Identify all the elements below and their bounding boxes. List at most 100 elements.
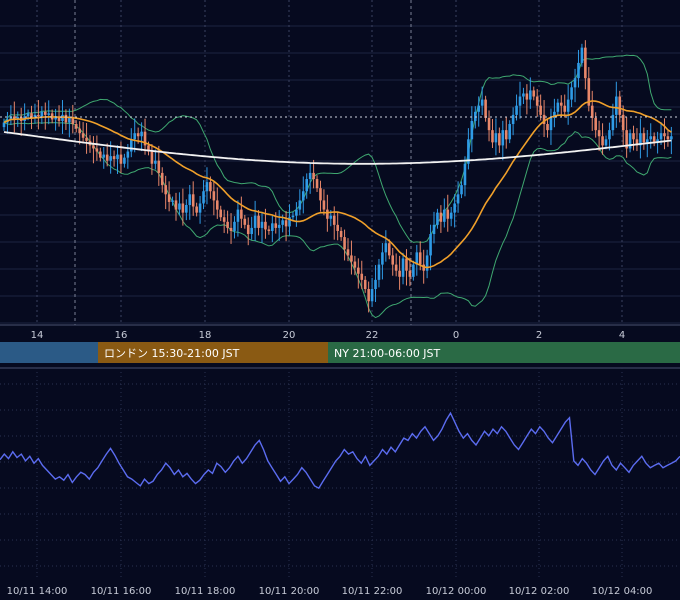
candle-body xyxy=(123,157,126,164)
candle-body xyxy=(511,114,515,125)
candle-body xyxy=(649,136,653,140)
candle-body xyxy=(267,229,271,231)
candle-body xyxy=(532,90,536,97)
candle-body xyxy=(642,133,646,143)
candle-body xyxy=(405,258,408,271)
candle-body xyxy=(240,209,243,219)
candle-body xyxy=(484,99,487,118)
price-x-tick-label: 18 xyxy=(199,330,212,341)
candle-body xyxy=(360,273,364,280)
candle-body xyxy=(487,117,491,131)
candle-body xyxy=(477,105,481,112)
candle-body xyxy=(160,172,164,186)
candle-body xyxy=(367,289,370,302)
candle-body xyxy=(185,205,188,213)
candle-body xyxy=(250,227,253,235)
candle-body xyxy=(357,267,360,274)
candle-body xyxy=(429,234,432,256)
candle-body xyxy=(346,249,350,256)
candle-body xyxy=(277,224,281,228)
osc-x-tick-label: 10/11 20:00 xyxy=(259,586,320,597)
candle-body xyxy=(205,182,209,192)
candle-body xyxy=(171,200,174,202)
osc-x-tick-label: 10/12 04:00 xyxy=(592,586,653,597)
price-x-tick-label: 22 xyxy=(366,330,379,341)
candle-body xyxy=(133,133,137,140)
candle-body xyxy=(43,111,47,115)
candle-body xyxy=(260,221,264,228)
candle-body xyxy=(377,264,381,280)
candle-body xyxy=(394,264,398,271)
osc-x-tick-label: 10/12 00:00 xyxy=(426,586,487,597)
candle-body xyxy=(350,255,353,262)
candle-body xyxy=(326,209,329,219)
osc-x-tick-label: 10/11 22:00 xyxy=(342,586,403,597)
candle-body xyxy=(446,209,450,219)
candle-body xyxy=(329,215,333,219)
candle-body xyxy=(443,209,446,222)
candle-body xyxy=(209,182,212,192)
candle-body xyxy=(608,130,611,140)
osc-x-tick-label: 10/11 16:00 xyxy=(91,586,152,597)
candle-body xyxy=(566,99,570,112)
candle-body xyxy=(229,227,233,231)
candle-body xyxy=(549,117,553,131)
candle-body xyxy=(99,151,102,158)
candle-body xyxy=(666,136,670,140)
candle-body xyxy=(308,172,312,180)
chart-background xyxy=(0,0,680,600)
candle-body xyxy=(353,261,357,268)
candle-body xyxy=(191,194,195,207)
candle-body xyxy=(601,136,604,146)
candle-body xyxy=(198,203,202,213)
candle-body xyxy=(615,96,618,115)
price-x-tick-label: 0 xyxy=(453,330,459,341)
candle-body xyxy=(432,224,436,235)
candle-body xyxy=(597,130,601,137)
candle-body xyxy=(652,136,656,143)
candle-body xyxy=(584,47,587,79)
osc-x-tick-label: 10/11 18:00 xyxy=(175,586,236,597)
candle-body xyxy=(291,215,295,218)
candle-body xyxy=(590,105,594,118)
candle-body xyxy=(319,188,322,201)
price-x-tick-label: 20 xyxy=(283,330,296,341)
candle-body xyxy=(298,200,302,210)
candle-body xyxy=(315,179,319,189)
candle-body xyxy=(621,114,625,131)
candle-body xyxy=(570,87,573,100)
candle-body xyxy=(243,218,247,225)
session-ny-label: NY 21:00-06:00 JST xyxy=(334,347,441,360)
fx-chart: 14 16 18 20 22 0 2 4 ロンドン 15:30-21:00 JST NY 21… xyxy=(0,0,680,600)
candle-body xyxy=(236,209,240,222)
candle-body xyxy=(594,117,597,131)
candle-body xyxy=(577,62,580,79)
candle-body xyxy=(559,102,563,106)
candle-body xyxy=(663,133,666,137)
candle-body xyxy=(281,220,284,225)
candle-body xyxy=(412,264,415,277)
candle-body xyxy=(226,221,229,228)
candle-body xyxy=(295,209,298,216)
candle-body xyxy=(109,156,112,161)
osc-x-tick-label: 10/11 14:00 xyxy=(7,586,68,597)
candle-body xyxy=(535,96,539,106)
candle-body xyxy=(453,203,456,213)
candle-body xyxy=(632,133,635,140)
candle-body xyxy=(374,279,377,290)
candle-body xyxy=(40,111,44,117)
candle-body xyxy=(271,223,274,231)
candle-body xyxy=(604,139,608,146)
candle-body xyxy=(26,113,30,117)
candle-body xyxy=(181,203,185,213)
candle-body xyxy=(449,212,453,219)
session-london-label: ロンドン 15:30-21:00 JST xyxy=(104,347,240,360)
candle-body xyxy=(2,122,6,128)
candle-body xyxy=(116,154,119,160)
candle-body xyxy=(470,120,474,140)
candle-body xyxy=(336,224,339,231)
candle-body xyxy=(154,160,157,164)
candle-body xyxy=(119,154,123,164)
candle-body xyxy=(74,124,78,129)
candle-body xyxy=(370,289,374,302)
